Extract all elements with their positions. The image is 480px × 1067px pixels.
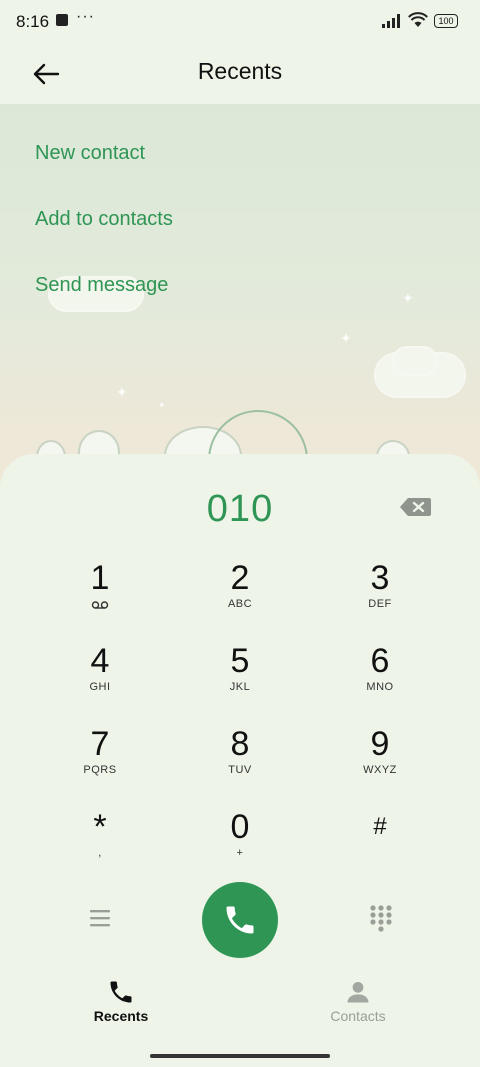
key-digit: 4: [90, 642, 110, 680]
key-letters: +: [236, 847, 244, 859]
sparkle-icon: ✦: [402, 290, 414, 306]
wifi-icon: [408, 12, 428, 27]
key-letters: PQRS: [83, 764, 117, 776]
key-star[interactable]: * ,: [45, 809, 155, 879]
key-4[interactable]: 4 GHI: [45, 643, 155, 713]
key-digit: 8: [230, 725, 250, 763]
notification-icon: [56, 14, 68, 26]
phone-icon: [110, 981, 132, 1003]
sparkle-icon: ✦: [158, 400, 166, 410]
key-digit: 6: [370, 642, 390, 680]
key-digit: 1: [90, 559, 110, 597]
sparkle-icon: ✦: [116, 384, 128, 400]
key-7[interactable]: 7 PQRS: [45, 726, 155, 796]
signal-icon: [382, 14, 400, 28]
battery-icon: 100: [434, 14, 458, 28]
add-to-contacts-option[interactable]: Add to contacts: [35, 208, 173, 231]
dialpad-icon[interactable]: [366, 902, 396, 934]
key-6[interactable]: 6 MNO: [325, 643, 435, 713]
key-letters: JKL: [229, 681, 251, 693]
tab-label: Contacts: [330, 1008, 386, 1024]
key-hash[interactable]: #: [325, 809, 435, 879]
key-digit: 2: [230, 559, 250, 597]
voicemail-icon: [91, 601, 109, 609]
backspace-icon[interactable]: [398, 496, 432, 518]
sparkle-icon: ✦: [340, 330, 352, 346]
key-2[interactable]: 2 ABC: [185, 560, 295, 630]
send-message-option[interactable]: Send message: [35, 274, 168, 297]
person-icon: [347, 981, 369, 1003]
key-letters: GHI: [89, 681, 111, 693]
key-digit: 3: [370, 559, 390, 597]
key-digit: 0: [230, 808, 250, 846]
status-bar: 8:16 ··· 100: [0, 0, 480, 44]
key-digit: 5: [230, 642, 250, 680]
page-title: Recents: [197, 58, 283, 84]
menu-icon[interactable]: [86, 906, 114, 930]
key-9[interactable]: 9 WXYZ: [325, 726, 435, 796]
key-letters: TUV: [228, 764, 252, 776]
key-letters: DEF: [368, 598, 392, 610]
app-header: Recents: [0, 44, 480, 104]
cloud-right-top: [392, 346, 438, 376]
key-digit: 9: [370, 725, 390, 763]
phone-icon: [226, 906, 254, 934]
key-1[interactable]: 1: [45, 560, 155, 630]
tab-contacts[interactable]: Contacts: [298, 978, 418, 1024]
key-digit: 7: [90, 725, 110, 763]
status-time: 8:16: [16, 12, 50, 31]
key-letters: WXYZ: [363, 764, 397, 776]
key-letters: MNO: [366, 681, 394, 693]
key-8[interactable]: 8 TUV: [185, 726, 295, 796]
home-indicator[interactable]: [150, 1054, 330, 1058]
key-letters: ABC: [227, 598, 253, 610]
key-digit: *: [93, 808, 107, 846]
new-contact-option[interactable]: New contact: [35, 142, 145, 165]
key-letters: ,: [98, 847, 102, 859]
call-button[interactable]: [202, 882, 278, 958]
key-5[interactable]: 5 JKL: [185, 643, 295, 713]
key-0[interactable]: 0 +: [185, 809, 295, 879]
tab-label: Recents: [93, 1008, 149, 1024]
key-3[interactable]: 3 DEF: [325, 560, 435, 630]
tab-recents[interactable]: Recents: [61, 978, 181, 1024]
key-digit: #: [373, 813, 387, 840]
more-notifications-icon: ···: [76, 8, 95, 25]
